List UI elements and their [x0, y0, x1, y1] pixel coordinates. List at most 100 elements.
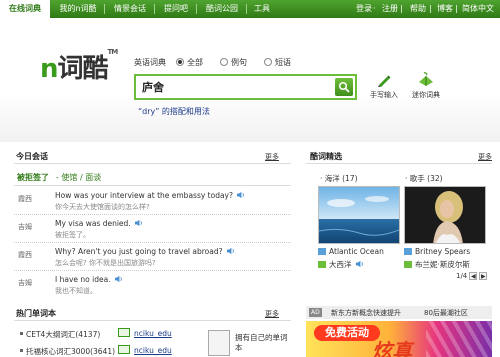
- category-ocean-label: 海洋: [324, 174, 340, 183]
- speaker-icon[interactable]: [355, 260, 364, 268]
- word-book-owner[interactable]: nciku_edu: [134, 329, 172, 338]
- divider: [14, 163, 291, 164]
- dialogue-english-text: How was your interview at the embassy to…: [55, 191, 233, 200]
- word-book-icon: [118, 328, 130, 337]
- page-indicator: 1/4: [456, 272, 468, 280]
- conversation-topic-category: - 使馆 / 面谈: [56, 173, 102, 182]
- mini-dictionary-label: 迷你词典: [412, 91, 440, 99]
- pen-icon: [378, 75, 391, 87]
- word-atlantic-ocean[interactable]: Atlantic Ocean: [318, 247, 384, 256]
- tab-word-park[interactable]: 酷词公园: [198, 0, 246, 18]
- prev-page-button[interactable]: ◀: [469, 272, 478, 280]
- dialogue-english: Why? Aren't you just going to travel abr…: [55, 247, 235, 256]
- singer-picture: [405, 187, 485, 243]
- option-phrases[interactable]: 短语: [264, 57, 291, 69]
- dialogue-line: 霞西 Why? Aren't you just going to travel …: [14, 246, 291, 272]
- tab-divider: [196, 4, 197, 14]
- dialogue-chinese: 被拒签了。: [55, 231, 90, 239]
- search-button[interactable]: [335, 78, 353, 96]
- dialogue-english-text: I have no idea.: [55, 275, 111, 284]
- dialogue-chinese: 你今天去大使馆面谈的怎么样?: [55, 203, 150, 211]
- word-britney-spears-cn-text: 布兰妮·斯皮尔斯: [415, 260, 470, 269]
- help-link[interactable]: 帮助: [410, 0, 426, 18]
- dialogue-english: How was your interview at the embassy to…: [55, 191, 245, 200]
- ad-headline: 炫真: [372, 339, 412, 357]
- search-input[interactable]: [142, 80, 322, 94]
- hot-books-more-link[interactable]: 更多: [265, 309, 279, 319]
- divider: [14, 214, 291, 215]
- ad-link-new-oriental[interactable]: 新东方新概念快速提升: [331, 308, 401, 318]
- handwriting-input-button[interactable]: 手写输入: [364, 72, 404, 100]
- language-select[interactable]: 简体中文 ▼: [462, 0, 500, 32]
- featured-more-link[interactable]: 更多: [478, 152, 492, 162]
- speaker-icon[interactable]: [236, 191, 245, 199]
- ocean-image[interactable]: [318, 186, 400, 244]
- dialogue-english: I have no idea.: [55, 275, 123, 284]
- logo[interactable]: n词酷TM: [40, 48, 118, 85]
- ad-banner[interactable]: 免费活动 炫真: [306, 321, 492, 357]
- category-singer[interactable]: · 歌手 (32): [405, 173, 443, 184]
- language-label: 简体中文: [462, 4, 494, 13]
- option-examples[interactable]: 例句: [220, 57, 247, 69]
- conversation-topic-title: 被拒签了: [17, 173, 49, 182]
- word-britney-spears-text: Britney Spears: [415, 247, 471, 256]
- word-atlantic-ocean-cn-text: 大西洋: [329, 260, 352, 269]
- mini-dictionary-button[interactable]: 迷你词典: [406, 72, 446, 100]
- speaker-icon[interactable]: [226, 247, 235, 255]
- radio-icon: [220, 58, 228, 66]
- speaker-name: 吉姆: [18, 279, 32, 287]
- word-britney-spears-cn[interactable]: 布兰妮·斯皮尔斯: [404, 259, 470, 270]
- option-phrases-label: 短语: [275, 58, 291, 67]
- word-atlantic-ocean-cn[interactable]: 大西洋: [318, 259, 364, 270]
- register-link[interactable]: 注册: [382, 0, 398, 18]
- tab-tools[interactable]: 工具: [248, 0, 276, 18]
- ad-promo-badge: 免费活动: [314, 325, 380, 341]
- speaker-name: 霞西: [18, 251, 32, 259]
- tab-online-dictionary[interactable]: 在线词典: [0, 0, 50, 18]
- tab-divider: [154, 4, 155, 14]
- chinese-tag-icon: [318, 261, 326, 268]
- dialogue-chinese: 怎么会呢? 你不就是出国旅游吗?: [55, 259, 156, 267]
- tab-situational-dialogue[interactable]: 情景会话: [106, 0, 154, 18]
- singer-image[interactable]: [404, 186, 486, 244]
- divider: [14, 242, 291, 243]
- speaker-name: 吉姆: [18, 223, 32, 231]
- word-book-name: 托福核心词汇3000(3641): [26, 347, 116, 356]
- word-book-owner[interactable]: nciku_edu: [134, 346, 172, 355]
- nav-sep: |: [400, 4, 403, 13]
- conversation-topic[interactable]: 被拒签了 - 使馆 / 面谈: [14, 170, 291, 183]
- login-link[interactable]: 登录: [356, 0, 372, 18]
- featured-title: 酷词精选: [310, 152, 342, 161]
- mini-dictionary-icon: [419, 72, 433, 86]
- search-icon: [338, 81, 350, 93]
- conversation-more-link[interactable]: 更多: [265, 152, 279, 162]
- dialogue-line: 吉姆 My visa was denied. 被拒签了。: [14, 218, 291, 244]
- dialogue-english-text: Why? Aren't you just going to travel abr…: [55, 247, 223, 256]
- word-britney-spears[interactable]: Britney Spears: [404, 247, 470, 256]
- divider: [14, 185, 291, 186]
- speaker-icon[interactable]: [114, 275, 123, 283]
- logo-text: 词酷: [57, 54, 109, 84]
- chinese-tag-icon: [404, 261, 412, 268]
- dialogue-english-text: My visa was denied.: [55, 219, 131, 228]
- option-all[interactable]: 全部: [176, 57, 203, 69]
- divider: [306, 163, 492, 164]
- tab-ask[interactable]: 提问吧: [156, 0, 196, 18]
- category-ocean[interactable]: · 海洋 (17): [320, 173, 358, 184]
- ocean-picture: [319, 187, 399, 243]
- radio-checked-icon: [176, 58, 184, 66]
- tab-my-nciku[interactable]: 我的n词酷: [54, 0, 102, 18]
- category-ocean-count: (17): [342, 174, 358, 183]
- english-tag-icon: [318, 248, 326, 255]
- ad-link-community[interactable]: 80后最潮社区: [424, 308, 468, 318]
- speaker-icon[interactable]: [134, 219, 143, 227]
- suggestion-link[interactable]: “dry” 的搭配和用法: [138, 106, 210, 117]
- next-page-button[interactable]: ▶: [479, 272, 488, 280]
- nav-sep: ·: [373, 4, 376, 13]
- blog-link[interactable]: 博客: [437, 0, 453, 18]
- create-word-book-label: 拥有自己的单词本: [235, 333, 288, 352]
- tab-divider: [246, 4, 247, 14]
- search-box: [134, 74, 357, 100]
- bullet-icon: [20, 332, 23, 335]
- radio-icon: [264, 58, 272, 66]
